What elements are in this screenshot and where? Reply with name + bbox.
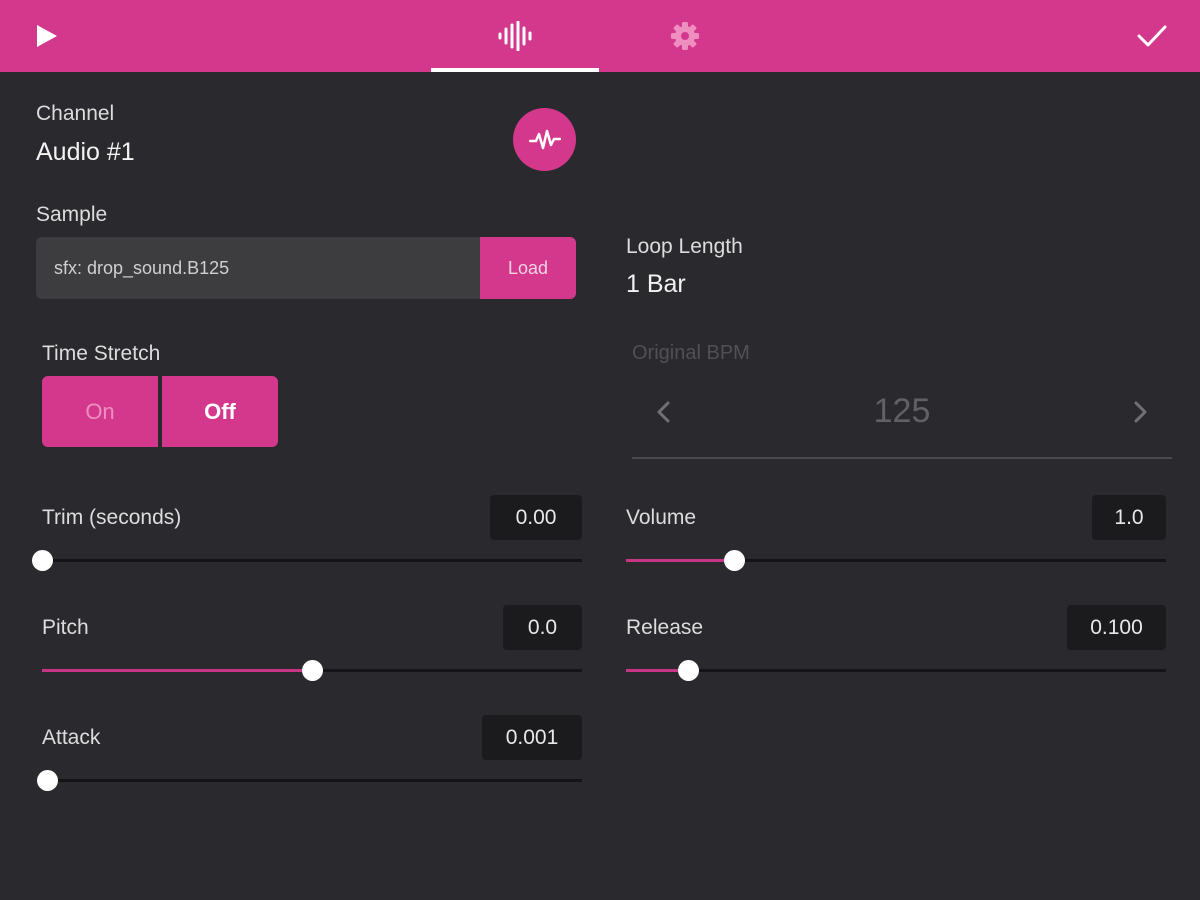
original-bpm-label: Original BPM [632, 342, 750, 364]
pitch-slider[interactable] [42, 659, 582, 683]
channel-value[interactable]: Audio #1 [36, 138, 135, 167]
bpm-decrement-button[interactable] [648, 397, 678, 427]
chevron-right-icon [1134, 401, 1147, 423]
loop-length-value[interactable]: 1 Bar [626, 270, 686, 299]
time-stretch-off-button[interactable]: Off [162, 376, 278, 447]
attack-label: Attack [42, 726, 101, 749]
loop-length-label: Loop Length [626, 235, 743, 258]
slider-track [42, 779, 582, 782]
play-icon [37, 25, 57, 47]
waveform-bars-icon [498, 21, 532, 51]
active-tab-indicator [431, 68, 599, 72]
attack-slider[interactable] [37, 769, 582, 793]
load-button[interactable]: Load [480, 237, 576, 299]
pitch-label: Pitch [42, 616, 89, 639]
slider-thumb[interactable] [678, 660, 700, 681]
pitch-value[interactable]: 0.0 [503, 605, 582, 650]
done-button[interactable] [1126, 16, 1178, 56]
slider-fill [42, 669, 312, 672]
volume-value[interactable]: 1.0 [1092, 495, 1166, 540]
channel-label: Channel [36, 102, 115, 125]
slider-thumb[interactable] [37, 770, 59, 791]
slider-track [42, 559, 582, 562]
trim-label: Trim (seconds) [42, 506, 182, 529]
chevron-left-icon [657, 401, 670, 423]
time-stretch-on-button[interactable]: On [42, 376, 158, 447]
slider-thumb[interactable] [32, 550, 53, 571]
original-bpm-value: 125 [873, 392, 931, 430]
time-stretch-label: Time Stretch [42, 342, 161, 365]
top-bar [0, 0, 1200, 72]
sample-label: Sample [36, 203, 108, 226]
trim-slider[interactable] [32, 549, 582, 573]
slider-thumb[interactable] [302, 660, 323, 681]
slider-fill [626, 559, 734, 562]
play-button[interactable] [22, 16, 72, 56]
volume-slider[interactable] [626, 549, 1166, 573]
checkmark-icon [1137, 25, 1167, 47]
attack-value[interactable]: 0.001 [482, 715, 582, 760]
release-value[interactable]: 0.100 [1067, 605, 1166, 650]
release-label: Release [626, 616, 704, 639]
volume-label: Volume [626, 506, 697, 529]
sample-name: sfx: drop_sound.B125 [54, 258, 230, 278]
tab-audio[interactable] [431, 0, 599, 72]
gear-icon [671, 22, 699, 50]
bpm-divider [632, 457, 1172, 459]
release-slider[interactable] [626, 659, 1166, 683]
waveform-button[interactable] [513, 108, 576, 171]
bpm-increment-button[interactable] [1126, 397, 1156, 427]
trim-value[interactable]: 0.00 [490, 495, 582, 540]
slider-thumb[interactable] [724, 550, 745, 571]
tab-settings[interactable] [640, 0, 730, 72]
waveform-icon [528, 129, 561, 149]
slider-track [626, 669, 1166, 672]
sample-field[interactable]: sfx: drop_sound.B125 Load [36, 237, 576, 299]
